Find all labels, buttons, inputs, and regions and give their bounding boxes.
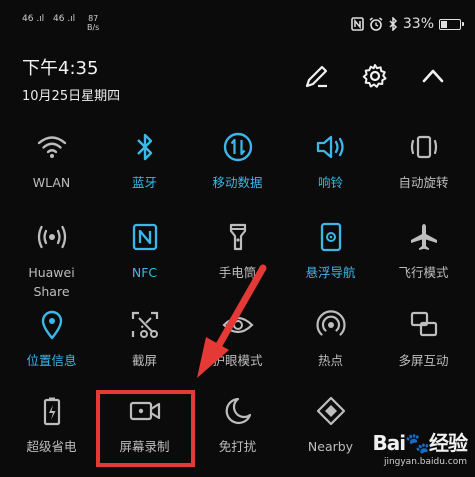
wifi-icon	[37, 136, 66, 158]
tile-multi-screen[interactable]: 多屏互动	[376, 308, 471, 370]
tile-label: Nearby	[307, 439, 354, 454]
tile-location[interactable]: 位置信息	[4, 308, 99, 370]
clock-time: 下午4:35	[22, 58, 99, 79]
tile-ring[interactable]: 响铃	[283, 130, 378, 192]
paw-icon: 🐾	[405, 431, 430, 455]
screenshot-icon	[131, 311, 158, 338]
tile-label: 截屏	[131, 353, 157, 368]
nearby-icon	[316, 396, 345, 426]
eye-comfort-icon	[221, 316, 254, 334]
tile-label: 悬浮导航	[305, 265, 356, 280]
status-icons: 33%	[351, 16, 464, 32]
tile-label: 免打扰	[218, 439, 257, 454]
nfc-icon	[351, 17, 364, 31]
network-speed-unit: B/s	[87, 23, 100, 32]
tile-floating-nav[interactable]: 悬浮导航	[283, 220, 378, 282]
tile-eye-comfort[interactable]: 护眼模式	[190, 308, 285, 370]
location-icon	[41, 310, 62, 340]
signal-strength-1: 46 .ıl	[22, 14, 45, 24]
tile-nearby[interactable]: Nearby	[283, 394, 378, 456]
baidu-logo: Bai🐾经验	[372, 427, 468, 456]
header-actions	[303, 62, 447, 90]
tile-huawei-share[interactable]: Huawei Share	[4, 220, 99, 301]
alarm-icon	[369, 17, 383, 31]
bluetooth-icon	[389, 17, 397, 31]
baidu-logo-text: Bai	[372, 431, 406, 455]
nfc-icon	[132, 223, 157, 251]
tile-label: 超级省电	[26, 439, 77, 454]
tile-label: 多屏互动	[398, 353, 449, 368]
tile-nfc[interactable]: NFC	[97, 220, 192, 282]
hotspot-icon	[315, 310, 346, 336]
tile-label: 移动数据	[212, 175, 263, 190]
highlight-box	[96, 390, 195, 467]
tile-label: 热点	[317, 353, 343, 368]
network-speed-value: 87	[88, 14, 99, 23]
flashlight-icon	[229, 223, 246, 251]
tile-airplane[interactable]: 飞行模式	[376, 220, 471, 282]
tile-label: 位置信息	[26, 353, 77, 368]
tile-mobile-data[interactable]: 移动数据	[190, 130, 285, 192]
do-not-disturb-icon	[225, 397, 251, 425]
battery-percent: 33%	[402, 16, 434, 32]
tile-power-saving[interactable]: 超级省电	[4, 394, 99, 456]
tile-label: 自动旋转	[398, 175, 449, 190]
tile-screenshot[interactable]: 截屏	[97, 308, 192, 370]
tile-label: 手电筒	[218, 265, 257, 280]
baidu-watermark: Bai🐾经验 jingyan.baidu.com	[372, 427, 468, 467]
status-bar: 46 .ıl 46 .ıl 87 B/s 33%	[0, 0, 475, 40]
power-saving-icon	[43, 397, 60, 426]
date-label: 10月25日星期四	[22, 89, 121, 104]
bluetooth-icon	[136, 133, 152, 161]
tile-label-line: Huawei	[28, 265, 75, 280]
edit-icon	[305, 65, 328, 88]
tile-label: WLAN	[32, 175, 71, 190]
tile-label: 飞行模式	[398, 265, 449, 280]
tile-label-line: Share	[33, 284, 70, 299]
multi-screen-icon	[410, 311, 437, 337]
tile-bluetooth[interactable]: 蓝牙	[97, 130, 192, 192]
tile-wlan[interactable]: WLAN	[4, 130, 99, 192]
settings-icon	[362, 64, 387, 88]
tile-label: NFC	[131, 265, 158, 280]
tile-label: Huawei Share	[4, 263, 99, 301]
mobile-data-icon	[223, 132, 252, 162]
edit-button[interactable]	[303, 62, 331, 90]
floating-nav-icon	[320, 222, 341, 252]
ring-icon	[316, 135, 344, 159]
battery-level-fill	[441, 20, 447, 28]
tile-do-not-disturb[interactable]: 免打扰	[190, 394, 285, 456]
settings-button[interactable]	[361, 62, 389, 90]
tile-flashlight[interactable]: 手电筒	[190, 220, 285, 282]
baidu-logo-jingyan: 经验	[429, 431, 468, 455]
collapse-button[interactable]	[419, 62, 447, 90]
tile-hotspot[interactable]: 热点	[283, 308, 378, 370]
auto-rotate-icon	[410, 135, 437, 159]
network-speed: 87 B/s	[87, 14, 99, 32]
tile-label: 蓝牙	[131, 175, 157, 190]
tile-auto-rotate[interactable]: 自动旋转	[376, 130, 471, 192]
huawei-share-icon	[37, 225, 66, 249]
battery-icon	[439, 18, 464, 30]
collapse-icon	[422, 69, 444, 83]
baidu-url: jingyan.baidu.com	[383, 457, 467, 467]
airplane-icon	[410, 224, 437, 250]
tile-label: 护眼模式	[212, 353, 263, 368]
signal-strength-2: 46 .ıl	[53, 14, 76, 24]
tile-label: 响铃	[317, 175, 343, 190]
